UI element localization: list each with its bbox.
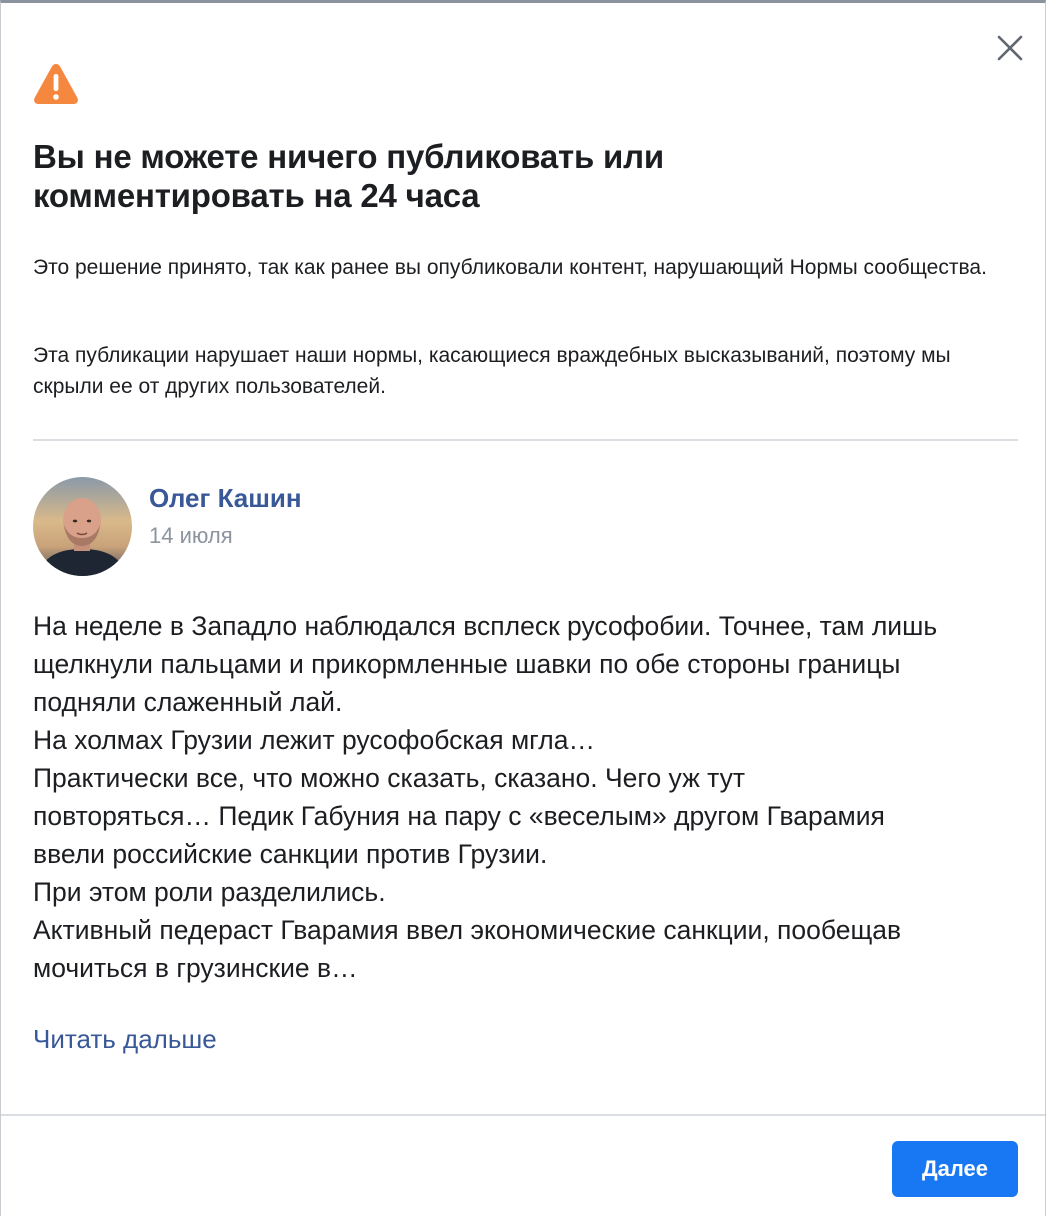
dialog-title: Вы не можете ничего публиковать или комм… xyxy=(33,138,664,214)
next-button[interactable]: Далее xyxy=(892,1141,1018,1197)
read-more-link[interactable]: Читать дальше xyxy=(33,1024,217,1055)
post-text-line: ввели российские санкции против Грузии. xyxy=(33,839,548,869)
post-text: На неделе в Западло наблюдался всплеск р… xyxy=(33,607,1028,987)
avatar[interactable] xyxy=(33,477,132,576)
decision-explanation: Это решение принято, так как ранее вы оп… xyxy=(33,256,987,279)
post-author-name[interactable]: Олег Кашин xyxy=(149,483,302,514)
post-text-line: При этом роли разделились. xyxy=(33,877,386,907)
post-text-line: Практически все, что можно сказать, сказ… xyxy=(33,763,746,793)
post-text-line: подняли слаженный лай. xyxy=(33,687,343,717)
warning-triangle-icon xyxy=(34,64,78,104)
post-text-line: Активный педераст Гварамия ввел экономич… xyxy=(33,915,902,945)
post-text-line: На холмах Грузии лежит русофобская мгла… xyxy=(33,725,595,755)
restriction-dialog: Вы не можете ничего публиковать или комм… xyxy=(0,0,1046,1216)
footer-divider xyxy=(1,1114,1045,1116)
violation-explanation: Эта публикации нарушает наши нормы, каса… xyxy=(33,344,951,398)
post-text-line: повторяться… Педик Габуния на пару с «ве… xyxy=(33,801,885,831)
post-date[interactable]: 14 июля xyxy=(149,523,233,549)
post-text-line: мочиться в грузинские в… xyxy=(33,953,358,983)
divider xyxy=(33,439,1018,441)
post-text-line: щелкнули пальцами и прикормленные шавки … xyxy=(33,649,901,679)
post-text-line: На неделе в Западло наблюдался всплеск р… xyxy=(33,611,938,641)
close-icon[interactable] xyxy=(993,31,1027,65)
